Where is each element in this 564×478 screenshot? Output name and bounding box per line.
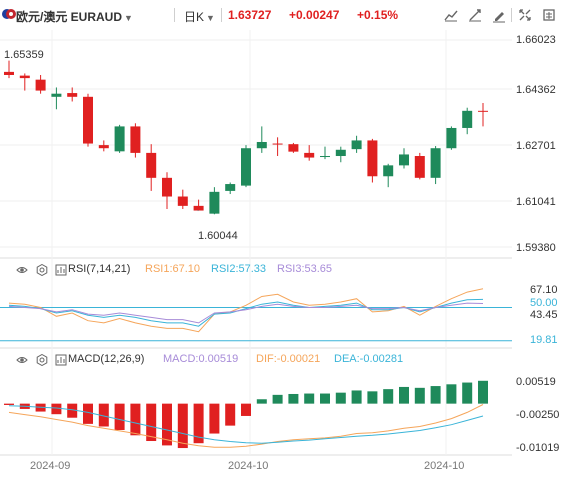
date-tick: 2024-09 — [30, 460, 71, 472]
candle-body — [19, 75, 30, 79]
macd-bar — [51, 403, 62, 415]
candle-body — [193, 205, 204, 211]
candle-body — [83, 96, 93, 144]
candle-body — [399, 154, 409, 166]
macd-bar — [399, 386, 409, 404]
price-chart — [0, 30, 512, 456]
macd-bar — [241, 403, 251, 416]
candle-body — [304, 152, 315, 158]
candle-body — [67, 93, 78, 97]
candle-body — [256, 141, 267, 149]
candle-body — [177, 196, 188, 206]
candle-body — [367, 140, 378, 177]
candle-body — [225, 184, 236, 191]
candle-body — [130, 126, 141, 153]
chart-app: 欧元/澳元 EURAUD ▼ 日K ▼ 1.63727 +0.00247 +0.15… — [0, 0, 564, 478]
rsi-tick: 67.10 — [530, 284, 558, 296]
candle-body — [383, 165, 394, 177]
candle-body — [414, 156, 425, 178]
candle-body — [241, 148, 251, 186]
candle-body — [430, 148, 441, 178]
candle-body — [209, 191, 220, 214]
candle-body — [320, 156, 330, 158]
rsi1-value: RSI1:67.10 — [145, 263, 201, 275]
candle-body — [462, 110, 473, 128]
macd-label: MACD(12,26,9) — [68, 353, 145, 365]
rsi-tick: 50.00 — [530, 297, 558, 309]
gear-icon[interactable] — [36, 354, 48, 366]
macd-bar — [130, 403, 141, 436]
macd-tick: 0.00519 — [516, 376, 556, 388]
macd-bar — [351, 390, 362, 404]
price-tick: 1.59380 — [516, 242, 556, 254]
high-annotation: 1.65359 — [4, 49, 44, 61]
indicator-panel-icon[interactable] — [55, 264, 67, 276]
price-tick: 1.62701 — [516, 140, 556, 152]
macd-header: MACD(12,26,9) MACD:0.00519 DIF:-0.00021 … — [0, 353, 564, 369]
candle-body — [146, 152, 157, 178]
macd-bar — [320, 393, 330, 404]
indicator-panel-icon[interactable] — [55, 354, 67, 366]
macd-bar — [414, 387, 425, 404]
candle-body — [288, 144, 299, 152]
macd-bar — [430, 386, 441, 404]
candle-body — [51, 93, 62, 97]
macd-value: MACD:0.00519 — [163, 353, 239, 365]
macd-bar — [462, 382, 473, 404]
macd-bar — [383, 389, 394, 404]
rsi3-value: RSI3:53.65 — [277, 263, 333, 275]
rsi-tick: 43.45 — [530, 309, 558, 321]
macd-bar — [304, 393, 315, 404]
candle-body — [98, 145, 109, 149]
candle-body — [478, 110, 488, 112]
candle-body — [351, 140, 362, 150]
macd-bar — [225, 403, 236, 426]
price-tick: 1.61041 — [516, 196, 556, 208]
candle-body — [446, 127, 457, 149]
macd-bar — [288, 393, 299, 404]
macd-bar — [114, 403, 125, 431]
candle-body — [35, 79, 46, 91]
rsi2-value: RSI2:57.33 — [211, 263, 267, 275]
macd-bar — [335, 392, 346, 404]
macd-bar — [177, 403, 188, 449]
low-annotation: 1.60044 — [198, 230, 238, 242]
macd-bar — [478, 380, 488, 404]
candle-body — [162, 177, 172, 197]
macd-bar — [256, 399, 267, 404]
macd-bars — [4, 380, 488, 449]
rsi-header: RSI(7,14,21) RSI1:67.10 RSI2:57.33 RSI3:… — [0, 263, 564, 279]
candle-body — [114, 126, 125, 152]
gear-icon[interactable] — [36, 264, 48, 276]
candle-body — [272, 143, 283, 145]
candle-body — [4, 71, 14, 75]
macd-bar — [367, 391, 378, 404]
dea-value: DEA:-0.00281 — [334, 353, 404, 365]
eye-icon[interactable] — [16, 264, 28, 276]
candle-body — [335, 149, 346, 157]
date-tick: 2024-10 — [228, 460, 269, 472]
rsi-tick: 19.81 — [530, 334, 558, 346]
macd-tick: -0.01019 — [516, 442, 560, 454]
macd-bar — [4, 403, 14, 405]
candlesticks — [4, 60, 488, 215]
rsi-lines — [0, 288, 512, 342]
rsi-label: RSI(7,14,21) — [68, 263, 131, 275]
macd-tick: -0.00250 — [516, 409, 560, 421]
rsi-series-line — [8, 298, 484, 327]
macd-bar — [83, 403, 93, 424]
macd-bar — [209, 403, 220, 434]
price-tick: 1.66023 — [516, 34, 556, 46]
dif-value: DIF:-0.00021 — [256, 353, 321, 365]
price-tick: 1.64362 — [516, 84, 556, 96]
macd-bar — [446, 384, 457, 404]
date-tick: 2024-10 — [424, 460, 465, 472]
eye-icon[interactable] — [16, 354, 28, 366]
macd-bar — [272, 394, 283, 404]
